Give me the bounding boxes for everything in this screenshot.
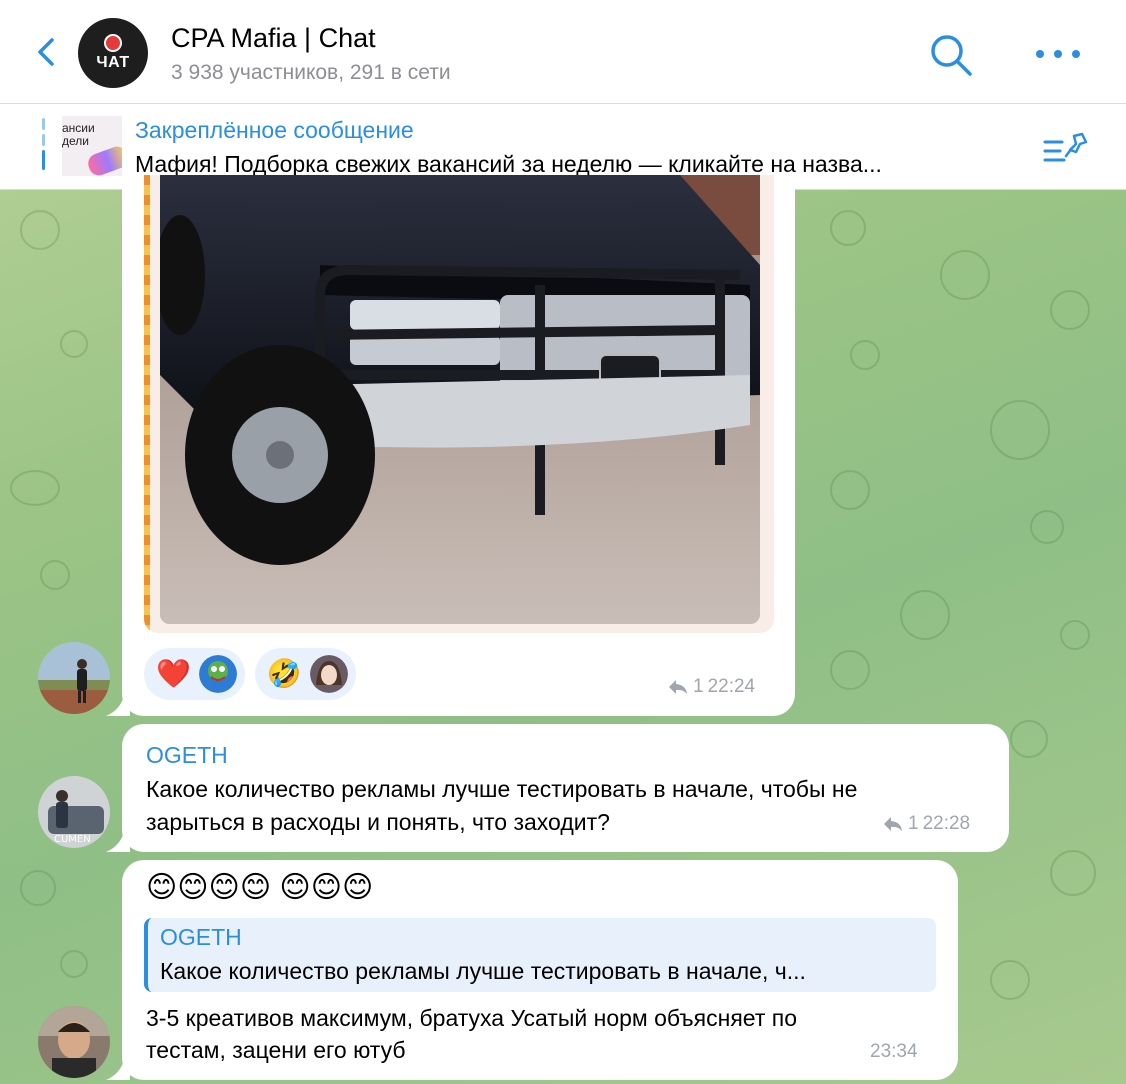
bubble-tail [106, 1060, 130, 1080]
message-time: 23:34 [870, 1041, 918, 1062]
back-chevron-icon[interactable] [28, 34, 64, 70]
text-message[interactable]: OGETH Какое количество рекламы лучше тес… [122, 724, 1009, 852]
reaction-heart[interactable]: ❤️ [144, 648, 245, 700]
pinned-label: Закреплённое сообщение [135, 117, 414, 143]
message-text-line2: тестам, зацени его ютуб [146, 1037, 406, 1063]
sender-avatar[interactable] [38, 1006, 110, 1078]
reactions-row: ❤️ 🤣 [144, 648, 356, 700]
pinned-thumbnail-text: ансии дели [62, 121, 95, 148]
pinned-text: Мафия! Подборка свежих вакансий за недел… [135, 151, 882, 177]
message-time: 22:28 [922, 813, 971, 834]
sender-avatar[interactable] [38, 642, 110, 714]
message-text-line1: 3-5 креативов максимум, братуха Усатый н… [146, 1005, 797, 1031]
svg-text:CUMEN: CUMEN [54, 834, 91, 845]
sender-name[interactable]: OGETH [146, 742, 228, 769]
pinned-thumbnail: ансии дели [62, 116, 122, 176]
forward-count: 1 [908, 813, 919, 834]
heart-emoji: ❤️ [156, 658, 191, 689]
reply-message[interactable]: 😊😊😊😊 😊😊😊 OGETH Какое количество рекламы … [122, 860, 958, 1080]
message-meta: 23:34 [870, 1041, 918, 1063]
photo-frame [144, 175, 774, 633]
quote-sender: OGETH [160, 924, 242, 950]
car-photo[interactable] [160, 175, 760, 624]
rofl-emoji: 🤣 [266, 658, 302, 689]
reply-quote[interactable]: OGETH Какое количество рекламы лучше тес… [144, 918, 936, 992]
chat-title[interactable]: CPA Mafia | Chat [171, 23, 376, 54]
bubble-tail [106, 832, 130, 852]
chat-header: ЧАТ CPA Mafia | Chat 3 938 участников, 2… [0, 0, 1126, 104]
reactor-avatar [309, 655, 348, 693]
forward-count-icon [669, 680, 687, 694]
chat-avatar-logo-icon [104, 34, 122, 52]
message-meta: 1 22:24 [667, 676, 755, 698]
pinned-position-indicator [42, 118, 45, 174]
search-icon[interactable] [928, 32, 974, 78]
message-time: 22:24 [707, 676, 756, 697]
quote-text: Какое количество рекламы лучше тестирова… [160, 958, 806, 984]
chat-avatar-label: ЧАТ [96, 54, 130, 71]
photo-message[interactable]: ❤️ 🤣 1 22:24 [122, 175, 795, 716]
chat-avatar[interactable]: ЧАТ [78, 18, 148, 88]
reaction-rofl[interactable]: 🤣 [254, 648, 356, 700]
message-meta: 1 22:28 [882, 813, 970, 835]
sender-avatar-ogeth[interactable]: CUMEN [38, 776, 110, 848]
bubble-tail [106, 696, 130, 716]
message-text-line2: зарыться в расходы и понять, что заходит… [146, 809, 610, 835]
forward-count-icon [884, 817, 902, 831]
message-text-line1: Какое количество рекламы лучше тестирова… [146, 776, 858, 802]
pinned-list-icon[interactable] [1042, 130, 1088, 170]
forward-count: 1 [693, 676, 704, 697]
chat-subtitle: 3 938 участников, 291 в сети [171, 61, 451, 84]
reactor-avatar [198, 655, 237, 693]
smiley-emojis: 😊😊😊😊 😊😊😊 [146, 871, 374, 904]
more-options-icon[interactable] [1036, 36, 1080, 72]
